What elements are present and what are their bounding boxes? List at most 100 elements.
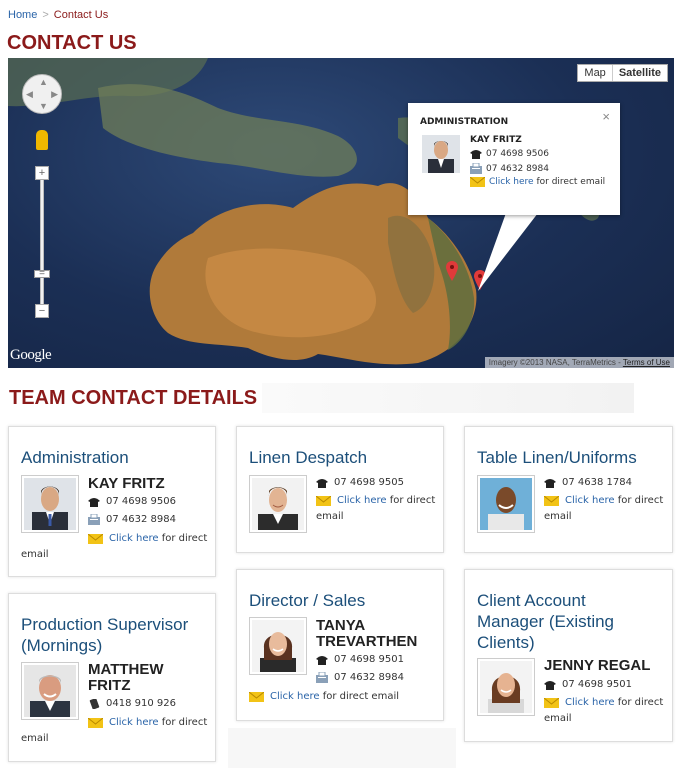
phone-icon — [316, 655, 328, 665]
card-title: Production Supervisor (Mornings) — [21, 614, 188, 656]
contact-email: Click here for direct — [316, 495, 435, 506]
zoom-out-button[interactable]: − — [35, 304, 49, 318]
map-type-satellite-button[interactable]: Satellite — [611, 65, 667, 81]
contact-email: Click here for direct — [544, 495, 663, 506]
section-title: TEAM CONTACT DETAILS — [9, 387, 258, 409]
contact-phone: 07 4638 1784 — [544, 477, 632, 488]
contact-fax: 07 4632 8984 — [316, 672, 404, 683]
avatar — [21, 662, 79, 720]
avatar — [422, 135, 460, 173]
card-title: Client Account Manager (Existing Clients… — [477, 590, 614, 653]
page-title: CONTACT US — [7, 32, 137, 54]
map-attribution: Imagery ©2013 NASA, TerraMetrics - Terms… — [484, 357, 674, 368]
zoom-in-button[interactable]: + — [35, 166, 49, 180]
email-link[interactable]: Click here — [109, 533, 159, 544]
contact-card-production-supervisor: Production Supervisor (Mornings) MATTHEW… — [8, 593, 216, 762]
contact-fax: 07 4632 8984 — [88, 514, 176, 525]
popup-email: Click here for direct email — [470, 177, 605, 187]
contact-name: TANYA TREVARTHEN — [316, 618, 417, 650]
email-link[interactable]: Click here — [337, 495, 387, 506]
breadcrumb-current: Contact Us — [53, 9, 109, 21]
terms-of-use-link[interactable]: Terms of Use — [623, 358, 670, 367]
phone-number: 07 4698 9505 — [334, 477, 404, 488]
card-title: Administration — [21, 448, 129, 467]
phone-number: 07 4698 9501 — [562, 679, 632, 690]
google-logo: Google — [10, 347, 52, 363]
popup-fax: 07 4632 8984 — [470, 163, 549, 174]
popup-name: KAY FRITZ — [470, 135, 522, 145]
popup-email-link[interactable]: Click here — [489, 177, 534, 187]
phone-number: 07 4698 9501 — [334, 654, 404, 665]
fax-icon — [316, 672, 328, 683]
phone-icon — [544, 680, 556, 690]
fax-number: 07 4632 8984 — [106, 514, 176, 525]
popup-pointer — [478, 213, 538, 291]
email-link[interactable]: Click here — [109, 717, 159, 728]
close-icon[interactable]: × — [602, 109, 610, 124]
map-marker-icon[interactable] — [446, 261, 458, 281]
contact-card-linen-despatch: Linen Despatch 07 4698 9505 Click here f… — [236, 426, 444, 553]
contact-name: JENNY REGAL — [544, 657, 651, 674]
zoom-slider-thumb[interactable]: = — [34, 269, 50, 279]
avatar — [477, 658, 535, 716]
email-icon — [544, 495, 559, 506]
avatar — [249, 475, 307, 533]
google-map[interactable]: Map Satellite ▲ ▼ ◀ ▶ + = − ADMINISTRATI… — [8, 58, 674, 368]
popup-phone-number: 07 4698 9506 — [486, 149, 549, 159]
pan-left-icon[interactable]: ◀ — [26, 89, 33, 100]
email-text: for direct — [389, 495, 436, 506]
card-title-line: (Mornings) — [21, 636, 103, 655]
contact-name-line: FRITZ — [88, 677, 131, 694]
pegman-icon[interactable] — [36, 130, 48, 150]
contact-phone: 07 4698 9505 — [316, 477, 404, 488]
fax-icon — [470, 163, 482, 174]
phone-number: 07 4638 1784 — [562, 477, 632, 488]
email-text-wrap: email — [21, 733, 49, 744]
breadcrumb-home-link[interactable]: Home — [8, 9, 37, 21]
pan-right-icon[interactable]: ▶ — [51, 89, 58, 100]
card-title: Director / Sales — [249, 591, 366, 610]
contact-name-line: TREVARTHEN — [316, 633, 418, 650]
popup-email-text: for direct email — [536, 177, 606, 187]
email-text: for direct — [161, 533, 208, 544]
contact-phone: 07 4698 9501 — [544, 679, 632, 690]
card-title-line: Manager (Existing — [477, 612, 615, 631]
phone-number: 07 4698 9506 — [106, 496, 176, 507]
contact-mobile: 0418 910 926 — [88, 698, 176, 709]
map-type-map-button[interactable]: Map — [578, 65, 611, 81]
contact-name-line: MATTHEW — [88, 661, 164, 678]
email-text: for direct email — [322, 691, 400, 702]
email-icon — [88, 717, 103, 728]
contact-card-table-linen: Table Linen/Uniforms 07 4638 1784 Click … — [464, 426, 673, 553]
email-icon — [470, 177, 485, 187]
map-type-control: Map Satellite — [577, 64, 668, 82]
phone-icon — [470, 150, 482, 159]
map-attribution-text: Imagery ©2013 NASA, TerraMetrics - — [488, 358, 621, 367]
popup-fax-number: 07 4632 8984 — [486, 163, 549, 174]
contact-card-client-account-manager: Client Account Manager (Existing Clients… — [464, 569, 673, 742]
email-icon — [316, 495, 331, 506]
email-link[interactable]: Click here — [565, 697, 615, 708]
card-title-line: Production Supervisor — [21, 615, 189, 634]
email-text-wrap: email — [316, 511, 344, 522]
contact-phone: 07 4698 9506 — [88, 496, 176, 507]
contact-name-line: TANYA — [316, 617, 366, 634]
email-text-wrap: email — [544, 511, 572, 522]
card-title: Table Linen/Uniforms — [477, 448, 637, 467]
email-icon — [88, 533, 103, 544]
contact-phone: 07 4698 9501 — [316, 654, 404, 665]
phone-icon — [88, 497, 100, 507]
contact-email: Click here for direct — [88, 717, 207, 728]
pan-control[interactable]: ▲ ▼ ◀ ▶ — [22, 74, 62, 114]
pan-up-icon[interactable]: ▲ — [39, 77, 48, 87]
zoom-slider[interactable] — [40, 170, 44, 310]
email-link[interactable]: Click here — [270, 691, 320, 702]
mobile-number: 0418 910 926 — [106, 698, 176, 709]
pan-down-icon[interactable]: ▼ — [39, 101, 48, 111]
email-icon — [249, 691, 264, 702]
email-link[interactable]: Click here — [565, 495, 615, 506]
section-title-band — [262, 383, 634, 413]
email-text-wrap: email — [21, 549, 49, 560]
email-text-wrap: email — [544, 713, 572, 724]
contact-name: KAY FRITZ — [88, 475, 165, 492]
